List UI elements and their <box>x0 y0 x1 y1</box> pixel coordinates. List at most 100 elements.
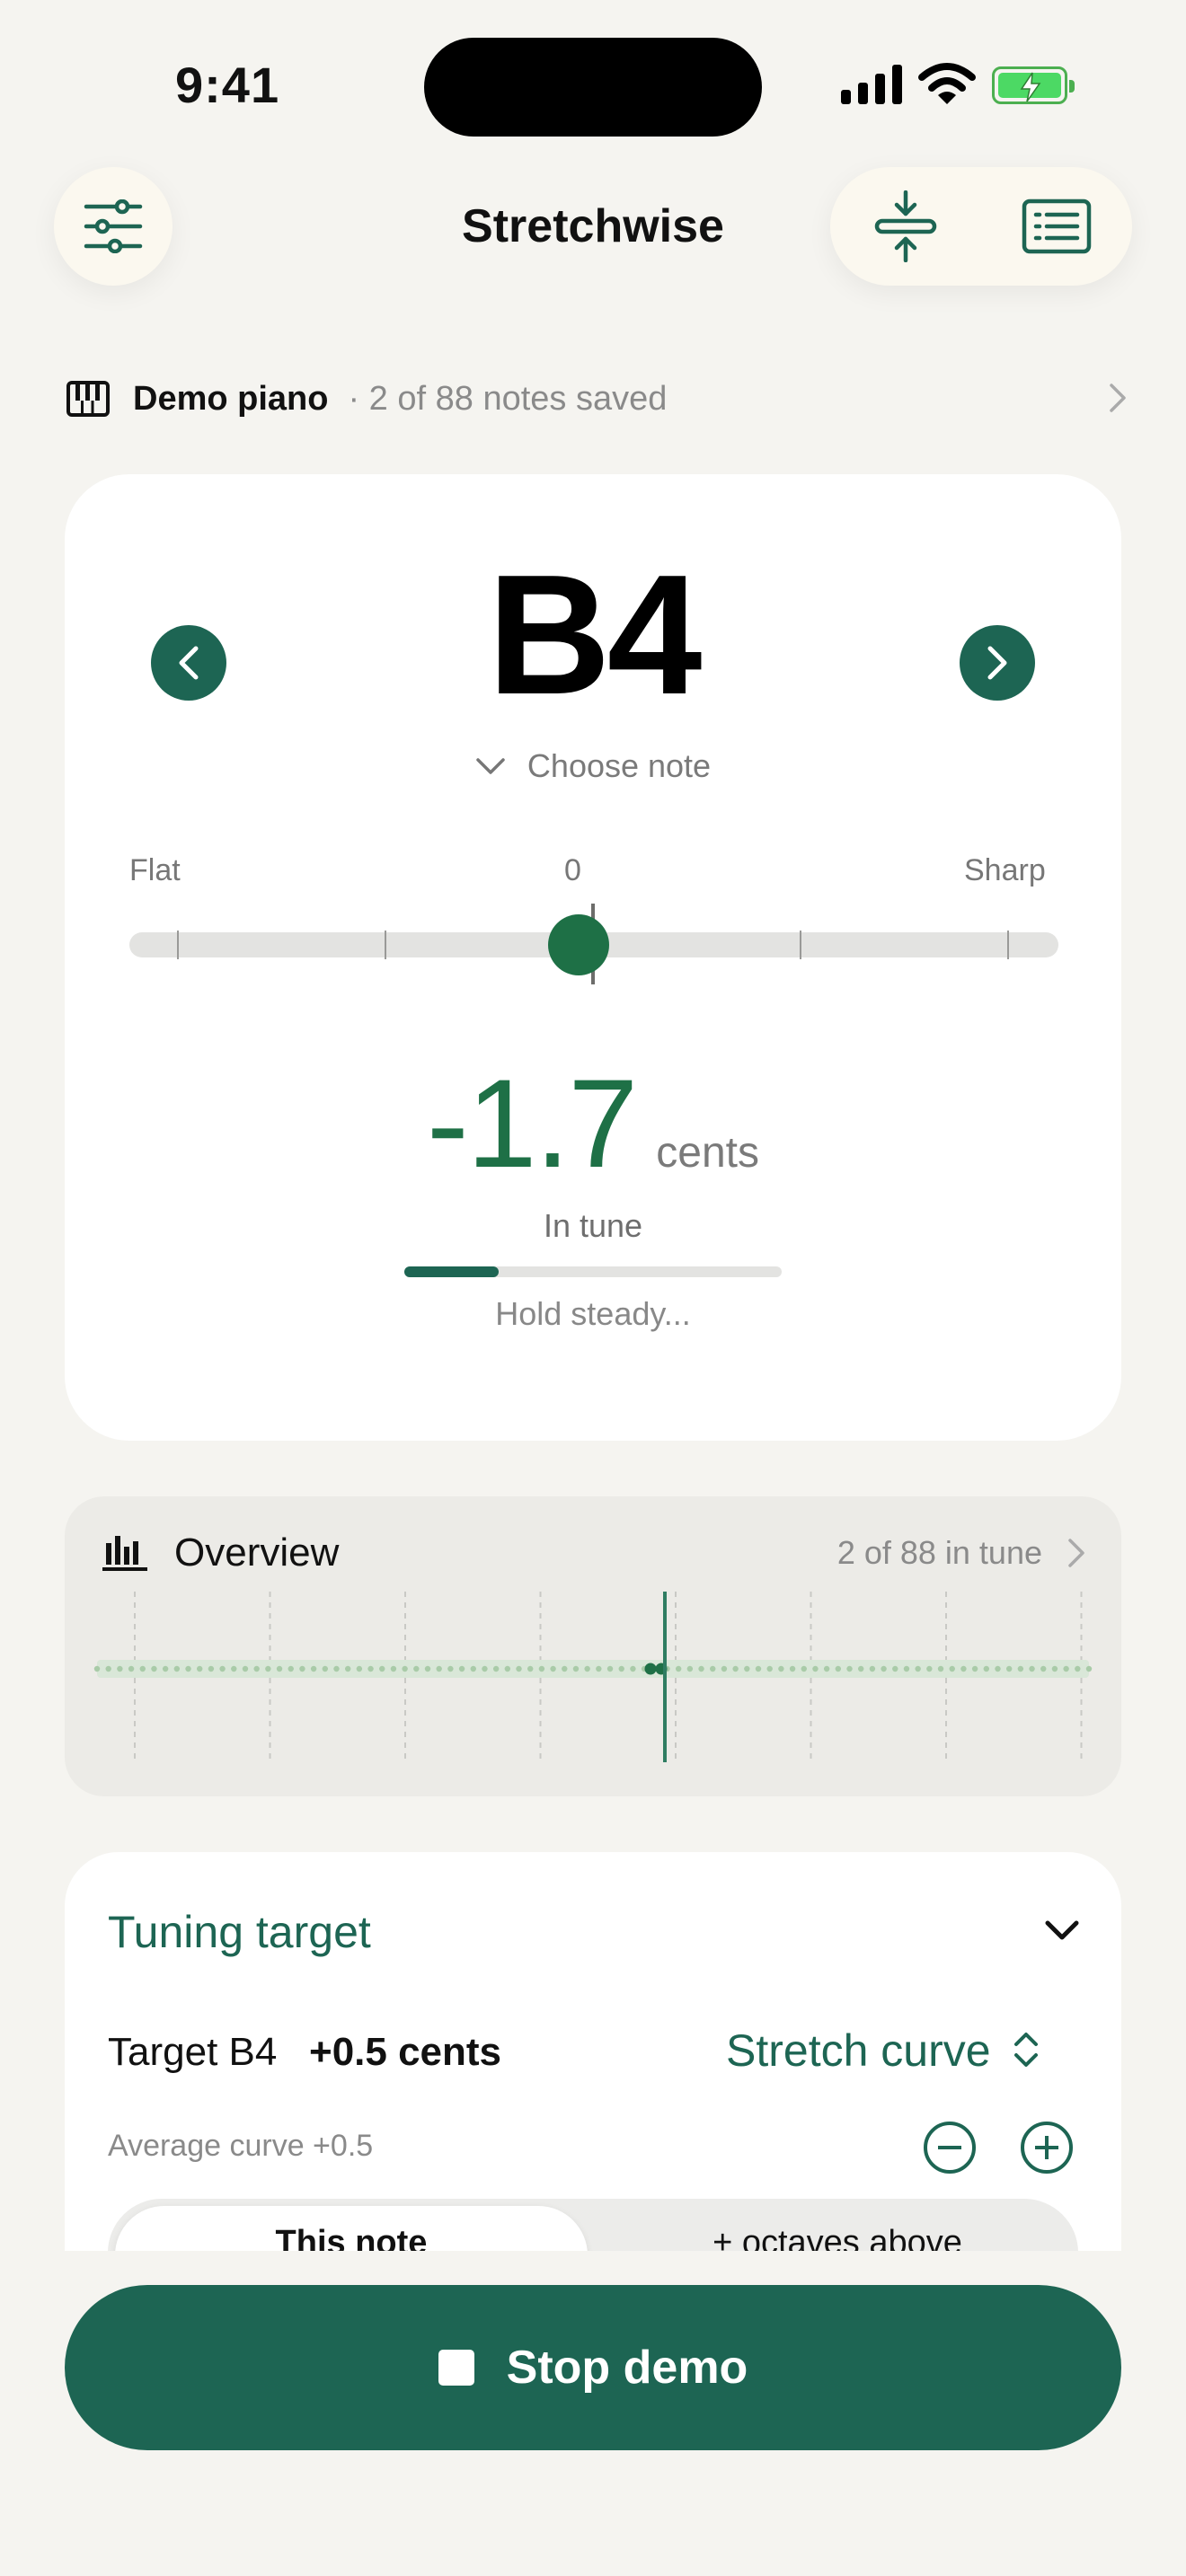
minus-icon <box>938 2146 961 2149</box>
choose-note-label: Choose note <box>527 747 712 784</box>
hold-progress-fill <box>404 1266 499 1277</box>
overview-note-marker <box>379 1665 385 1672</box>
status-time: 9:41 <box>175 57 280 113</box>
overview-note-marker <box>1051 1665 1058 1672</box>
battery-icon <box>992 66 1075 104</box>
overview-title: Overview <box>174 1531 340 1575</box>
overview-note-marker <box>231 1665 237 1672</box>
overview-note-marker <box>915 1665 921 1672</box>
meter-tick <box>385 931 386 959</box>
overview-note-marker <box>835 1665 842 1672</box>
piano-selector[interactable]: Demo piano · 2 of 88 notes saved <box>66 368 1127 429</box>
overview-note-marker <box>447 1665 454 1672</box>
overview-note-marker <box>858 1665 864 1672</box>
overview-tuned-note <box>644 1663 657 1675</box>
overview-note-marker <box>390 1665 397 1672</box>
overview-note-marker <box>128 1665 135 1672</box>
overview-note-marker <box>492 1665 500 1672</box>
overview-note-marker <box>686 1665 694 1672</box>
bar-chart-icon <box>102 1536 147 1571</box>
overview-count: 2 of 88 in tune <box>836 1534 1042 1571</box>
overview-note-marker <box>1040 1665 1047 1672</box>
overview-note-marker <box>596 1665 602 1672</box>
stop-icon <box>438 2350 474 2386</box>
cellular-signal-icon <box>841 65 902 104</box>
overview-note-marker <box>778 1665 784 1672</box>
hold-progress <box>404 1266 782 1277</box>
overview-note-marker <box>1017 1665 1024 1672</box>
meter-zero-label: 0 <box>564 853 581 887</box>
overview-note-marker <box>310 1665 317 1672</box>
overview-note-marker <box>139 1665 146 1672</box>
overview-note-marker <box>276 1665 283 1672</box>
tuning-indicator <box>548 914 609 975</box>
choose-note-dropdown[interactable]: Choose note <box>0 747 1186 785</box>
overview-note-marker <box>367 1665 374 1672</box>
overview-note-marker <box>710 1665 716 1672</box>
overview-note-marker <box>1005 1665 1013 1672</box>
overview-note-marker <box>117 1665 123 1672</box>
cents-readout: -1.7 cents <box>0 1051 1186 1196</box>
overview-note-marker <box>424 1665 431 1672</box>
overview-note-marker <box>801 1665 807 1672</box>
meter-flat-label: Flat <box>129 853 181 887</box>
overview-note-marker <box>333 1665 340 1672</box>
overview-note-marker <box>869 1665 876 1672</box>
stretch-curve-select[interactable]: Stretch curve <box>726 2025 991 2077</box>
overview-note-marker <box>185 1665 191 1672</box>
overview-note-marker <box>789 1665 796 1672</box>
overview-note-marker <box>698 1665 704 1672</box>
overview-note-marker <box>288 1665 294 1672</box>
overview-note-marker <box>151 1665 157 1672</box>
overview-note-marker <box>675 1665 682 1672</box>
meter-sharp-label: Sharp <box>964 853 1046 887</box>
increase-button[interactable] <box>1021 2122 1073 2174</box>
overview-note-marker <box>1075 1665 1081 1672</box>
chevron-up-down-icon <box>1014 2033 1038 2067</box>
overview-note-marker <box>823 1665 830 1672</box>
overview-note-marker <box>1085 1665 1093 1672</box>
overview-note-marker <box>527 1665 534 1672</box>
stop-demo-button[interactable]: Stop demo <box>65 2285 1121 2450</box>
meter-tick <box>177 931 179 959</box>
hold-steady-text: Hold steady... <box>495 1295 691 1332</box>
overview-note-marker <box>960 1665 967 1672</box>
overview-note-marker <box>516 1665 522 1672</box>
tuning-target-title: Tuning target <box>108 1907 371 1957</box>
chevron-down-icon <box>476 758 505 774</box>
overview-note-marker <box>265 1665 271 1672</box>
overview-note-marker <box>606 1665 614 1672</box>
overview-note-marker <box>562 1665 568 1672</box>
overview-note-marker <box>755 1665 762 1672</box>
overview-note-marker <box>584 1665 590 1672</box>
piano-icon <box>66 381 110 417</box>
decrease-button[interactable] <box>924 2122 976 2174</box>
overview-note-marker <box>618 1665 624 1672</box>
list-view-button[interactable] <box>981 167 1132 286</box>
wifi-icon <box>918 63 976 104</box>
target-note-label: Target B4 <box>108 2030 278 2074</box>
chevron-right-icon <box>1068 1539 1084 1567</box>
overview-note-marker <box>93 1665 101 1672</box>
chevron-right-icon <box>1110 384 1126 412</box>
overview-note-marker <box>926 1665 933 1672</box>
overview-note-marker <box>721 1665 728 1672</box>
overview-note-marker <box>903 1665 910 1672</box>
overview-note-marker <box>253 1665 260 1672</box>
cents-value: -1.7 <box>427 1053 638 1194</box>
overview-note-marker <box>572 1665 580 1672</box>
header-actions <box>830 167 1132 286</box>
target-cents: +0.5 cents <box>309 2030 502 2074</box>
overview-note-marker <box>630 1665 636 1672</box>
average-curve-label: Average curve +0.5 <box>108 2129 374 2163</box>
overview-note-marker <box>436 1665 442 1672</box>
overview-note-marker <box>732 1665 739 1672</box>
meter-tick <box>1007 931 1009 959</box>
overview-note-marker <box>766 1665 773 1672</box>
overview-note-marker <box>846 1665 853 1672</box>
chevron-down-icon[interactable] <box>1044 1919 1080 1942</box>
overview-note-marker <box>162 1665 169 1672</box>
piano-notes-saved: · 2 of 88 notes saved <box>348 379 668 418</box>
center-view-button[interactable] <box>830 167 981 286</box>
overview-note-marker <box>402 1665 408 1672</box>
